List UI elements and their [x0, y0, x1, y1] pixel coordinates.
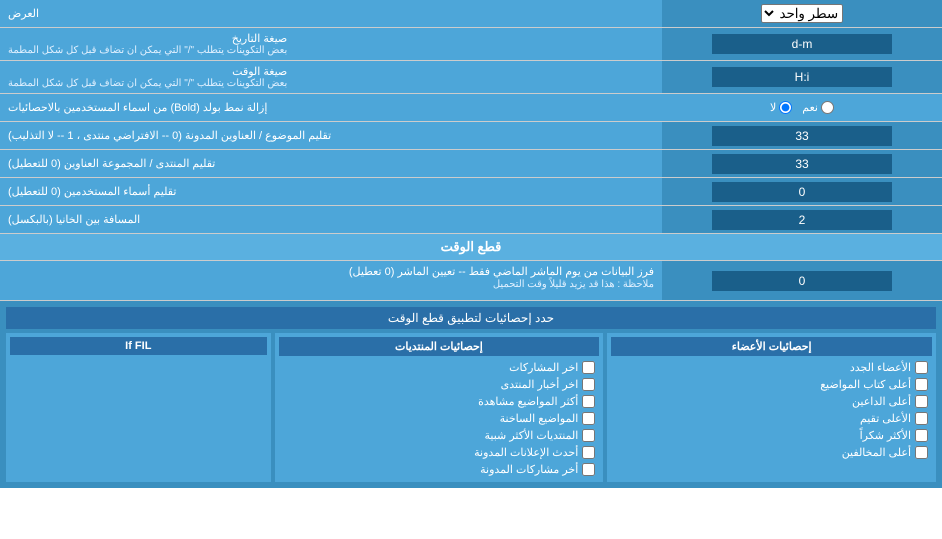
checkbox-item: أكثر المواضيع مشاهدة: [279, 393, 600, 410]
time-filter-label: فرز البيانات من يوم الماشر الماضي فقط --…: [0, 261, 662, 300]
users-trim-input[interactable]: [712, 182, 892, 202]
date-format-label: صيغة التاريخ بعض التكوينات يتطلب "/" الت…: [0, 28, 662, 60]
time-filter-input-cell: [662, 261, 942, 300]
stats-col-members-title: إحصائيات الأعضاء: [611, 337, 932, 356]
topics-trim-input[interactable]: [712, 126, 892, 146]
checkbox-blog-posts[interactable]: [582, 463, 595, 476]
col-space-input[interactable]: [712, 210, 892, 230]
checkbox-last-news[interactable]: [582, 378, 595, 391]
date-format-input[interactable]: [712, 34, 892, 54]
display-label: العرض: [0, 0, 662, 27]
bold-remove-title: إزالة نمط بولد (Bold) من اسماء المستخدمي…: [8, 101, 267, 114]
main-container: العرض سطر واحد سطرين ثلاثة أسطر صيغة الت…: [0, 0, 942, 488]
checkbox-item: الأعلى تقيم: [611, 410, 932, 427]
time-format-title: صيغة الوقت: [8, 65, 287, 78]
col-space-row: المسافة بين الخانيا (بالبكسل): [0, 206, 942, 234]
stats-col-forum-title: إحصائيات المنتديات: [279, 337, 600, 356]
forum-trim-input-cell: [662, 150, 942, 177]
time-section-header: قطع الوقت: [0, 234, 942, 261]
users-trim-label: تقليم أسماء المستخدمين (0 للتعطيل): [0, 178, 662, 205]
checkbox-item: اخر أخبار المنتدى: [279, 376, 600, 393]
radio-no-label[interactable]: لا: [770, 101, 792, 114]
checkbox-new-members[interactable]: [915, 361, 928, 374]
display-dropdown[interactable]: سطر واحد سطرين ثلاثة أسطر: [761, 4, 843, 23]
checkbox-top-inviters[interactable]: [915, 395, 928, 408]
header-row: العرض سطر واحد سطرين ثلاثة أسطر: [0, 0, 942, 28]
radio-no[interactable]: [779, 101, 792, 114]
stats-col-right: If FIL: [6, 333, 271, 482]
date-format-row: صيغة التاريخ بعض التكوينات يتطلب "/" الت…: [0, 28, 942, 61]
users-trim-input-cell: [662, 178, 942, 205]
stats-grid: If FIL إحصائيات المنتديات اخر المشاركات …: [6, 333, 936, 482]
date-format-sublabel: بعض التكوينات يتطلب "/" التي يمكن ان تضا…: [8, 45, 287, 56]
stats-section: حدد إحصائيات لتطبيق قطع الوقت If FIL إحص…: [0, 301, 942, 488]
time-filter-sublabel: ملاحظة : هذا قد يزيد قليلاً وقت التحميل: [493, 279, 654, 290]
forum-trim-title: تقليم المنتدى / المجموعة العناوين (0 للت…: [8, 157, 215, 170]
checkbox-hot-topics[interactable]: [582, 412, 595, 425]
date-format-title: صيغة التاريخ: [8, 32, 287, 45]
display-input-cell: سطر واحد سطرين ثلاثة أسطر: [662, 0, 942, 27]
topics-trim-row: تقليم الموضوع / العناوين المدونة (0 -- ا…: [0, 122, 942, 150]
display-text: العرض: [8, 7, 39, 20]
checkbox-most-forums[interactable]: [582, 429, 595, 442]
topics-trim-label: تقليم الموضوع / العناوين المدونة (0 -- ا…: [0, 122, 662, 149]
checkbox-most-viewed[interactable]: [582, 395, 595, 408]
time-format-input-cell: [662, 61, 942, 93]
users-trim-row: تقليم أسماء المستخدمين (0 للتعطيل): [0, 178, 942, 206]
checkbox-top-authors[interactable]: [915, 378, 928, 391]
time-format-input[interactable]: [712, 67, 892, 87]
bold-remove-row: إزالة نمط بولد (Bold) من اسماء المستخدمي…: [0, 94, 942, 122]
time-format-sublabel: بعض التكوينات يتطلب "/" التي يمكن ان تضا…: [8, 78, 287, 89]
checkbox-item: أخر مشاركات المدونة: [279, 461, 600, 478]
checkbox-top-violators[interactable]: [915, 446, 928, 459]
forum-trim-input[interactable]: [712, 154, 892, 174]
date-format-input-cell: [662, 28, 942, 60]
bold-remove-radio-cell: نعم لا: [662, 94, 942, 121]
checkbox-top-rated[interactable]: [915, 412, 928, 425]
topics-trim-input-cell: [662, 122, 942, 149]
checkbox-item: اخر المشاركات: [279, 359, 600, 376]
time-filter-title: فرز البيانات من يوم الماشر الماضي فقط --…: [8, 265, 654, 278]
checkbox-item: الأعضاء الجدد: [611, 359, 932, 376]
stats-header: حدد إحصائيات لتطبيق قطع الوقت: [6, 307, 936, 329]
checkbox-most-thanks[interactable]: [915, 429, 928, 442]
radio-yes[interactable]: [821, 101, 834, 114]
bold-remove-label: إزالة نمط بولد (Bold) من اسماء المستخدمي…: [0, 94, 662, 121]
time-format-label: صيغة الوقت بعض التكوينات يتطلب "/" التي …: [0, 61, 662, 93]
checkbox-item: المنتديات الأكثر شبية: [279, 427, 600, 444]
checkbox-item: الأكثر شكراً: [611, 427, 932, 444]
radio-yes-label[interactable]: نعم: [802, 101, 834, 114]
checkbox-item: المواضيع الساخنة: [279, 410, 600, 427]
time-filter-row: فرز البيانات من يوم الماشر الماضي فقط --…: [0, 261, 942, 301]
checkbox-announcements[interactable]: [582, 446, 595, 459]
stats-col-members: إحصائيات الأعضاء الأعضاء الجدد أعلى كتاب…: [607, 333, 936, 482]
forum-trim-label: تقليم المنتدى / المجموعة العناوين (0 للت…: [0, 150, 662, 177]
col-space-title: المسافة بين الخانيا (بالبكسل): [8, 213, 140, 226]
checkbox-item: أعلى المخالفين: [611, 444, 932, 461]
topics-trim-title: تقليم الموضوع / العناوين المدونة (0 -- ا…: [8, 129, 331, 142]
stats-col-right-title: If FIL: [10, 337, 267, 355]
col-space-input-cell: [662, 206, 942, 233]
time-format-row: صيغة الوقت بعض التكوينات يتطلب "/" التي …: [0, 61, 942, 94]
forum-trim-row: تقليم المنتدى / المجموعة العناوين (0 للت…: [0, 150, 942, 178]
checkbox-item: أحدث الإعلانات المدونة: [279, 444, 600, 461]
users-trim-title: تقليم أسماء المستخدمين (0 للتعطيل): [8, 185, 176, 198]
checkbox-last-posts[interactable]: [582, 361, 595, 374]
checkbox-item: أعلى الداعين: [611, 393, 932, 410]
time-filter-input[interactable]: [712, 271, 892, 291]
col-space-label: المسافة بين الخانيا (بالبكسل): [0, 206, 662, 233]
stats-col-forum: إحصائيات المنتديات اخر المشاركات اخر أخب…: [275, 333, 604, 482]
checkbox-item: أعلى كتاب المواضيع: [611, 376, 932, 393]
